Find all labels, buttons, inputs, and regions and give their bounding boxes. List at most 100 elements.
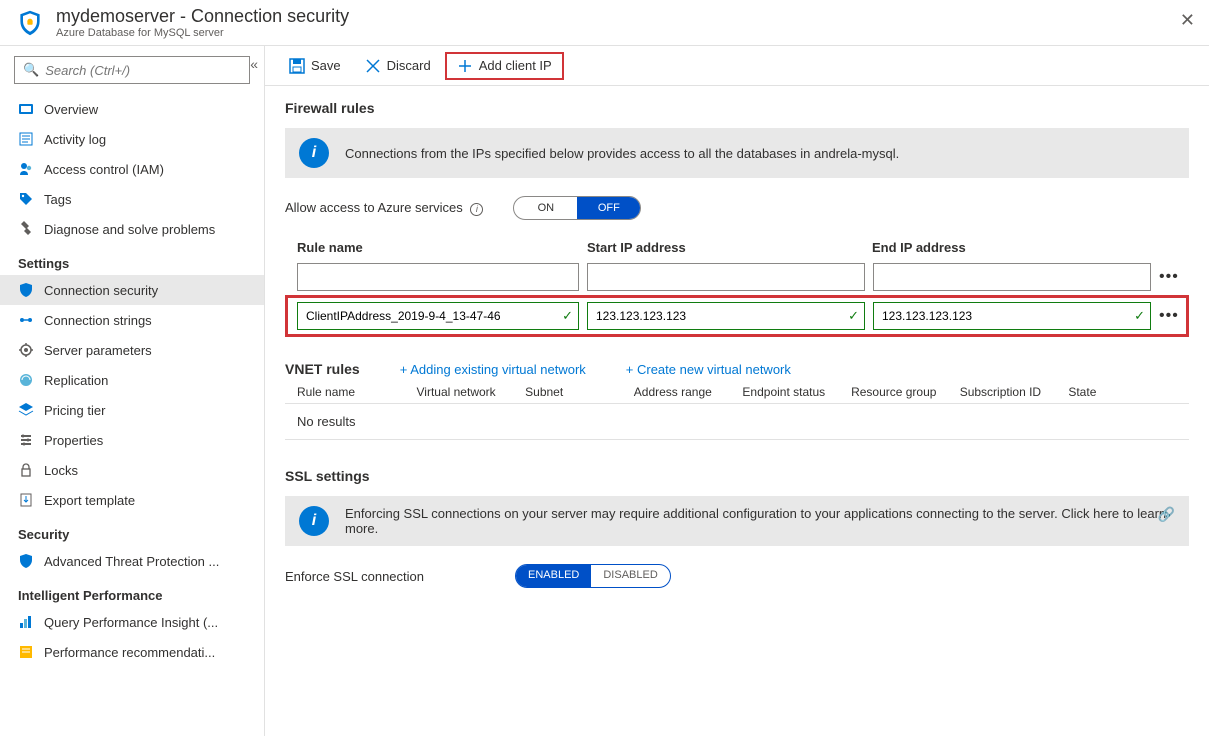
vnet-columns: Rule nameVirtual networkSubnetAddress ra… — [285, 377, 1189, 404]
sidebar-item-connection-security[interactable]: Connection security — [0, 275, 264, 305]
sidebar-item-label: Replication — [44, 373, 108, 388]
firewall-info-bar: i Connections from the IPs specified bel… — [285, 128, 1189, 178]
connection-strings-icon — [18, 312, 34, 328]
server-parameters-icon — [18, 342, 34, 358]
firewall-name-input[interactable] — [297, 302, 579, 330]
pricing-tier-icon — [18, 402, 34, 418]
shield-icon — [16, 9, 44, 37]
firewall-end-input[interactable] — [873, 263, 1151, 291]
sidebar-item-label: Performance recommendati... — [44, 645, 215, 660]
shield-icon — [18, 553, 34, 569]
sidebar-item-label: Locks — [44, 463, 78, 478]
sidebar-item-connection-strings[interactable]: Connection strings — [0, 305, 264, 335]
sidebar-item-label: Diagnose and solve problems — [44, 222, 215, 237]
firewall-columns: Rule name Start IP address End IP addres… — [285, 240, 1189, 261]
firewall-rule-row: ••• — [285, 295, 1189, 337]
firewall-start-input[interactable] — [587, 302, 865, 330]
add-existing-vnet-link[interactable]: + Adding existing virtual network — [400, 362, 586, 377]
enforce-ssl-label: Enforce SSL connection — [285, 569, 485, 584]
save-icon — [289, 58, 305, 74]
sidebar-item-pricing-tier[interactable]: Pricing tier — [0, 395, 264, 425]
locks-icon — [18, 462, 34, 478]
sidebar-item-label: Properties — [44, 433, 103, 448]
sidebar-item-label: Activity log — [44, 132, 106, 147]
sidebar-group-intelligent-performance: Intelligent Performance — [0, 576, 264, 607]
toolbar: Save Discard Add client IP — [265, 46, 1209, 86]
sidebar-item-tags[interactable]: Tags — [0, 184, 264, 214]
diagnose-icon — [18, 221, 34, 237]
sidebar-item-properties[interactable]: Properties — [0, 425, 264, 455]
sidebar-item-query-performance-insight[interactable]: Query Performance Insight (... — [0, 607, 264, 637]
sidebar-item-label: Tags — [44, 192, 71, 207]
sidebar-item-label: Connection strings — [44, 313, 152, 328]
sidebar-item-diagnose-and-solve-problems[interactable]: Diagnose and solve problems — [0, 214, 264, 244]
tags-icon — [18, 191, 34, 207]
firewall-name-input[interactable] — [297, 263, 579, 291]
discard-icon — [365, 58, 381, 74]
vnet-rules-heading: VNET rules — [285, 361, 360, 377]
create-new-vnet-link[interactable]: + Create new virtual network — [626, 362, 791, 377]
shield-icon — [18, 282, 34, 298]
allow-azure-toggle[interactable]: ON OFF — [513, 196, 641, 220]
sidebar-group-settings: Settings — [0, 244, 264, 275]
learn-more-link-icon[interactable]: 🔗 — [1158, 506, 1175, 523]
allow-azure-label: Allow access to Azure services — [285, 200, 463, 215]
query-perf-icon — [18, 614, 34, 630]
sidebar-item-locks[interactable]: Locks — [0, 455, 264, 485]
sidebar-item-server-parameters[interactable]: Server parameters — [0, 335, 264, 365]
perf-rec-icon — [18, 644, 34, 660]
activity-log-icon — [18, 131, 34, 147]
sidebar-search[interactable]: 🔍 — [14, 56, 250, 84]
sidebar-item-label: Server parameters — [44, 343, 152, 358]
row-menu-icon[interactable]: ••• — [1159, 268, 1179, 286]
row-menu-icon[interactable]: ••• — [1159, 307, 1179, 325]
close-icon[interactable]: ✕ — [1180, 10, 1195, 31]
info-icon: i — [299, 138, 329, 168]
firewall-rule-row: ••• — [285, 261, 1189, 293]
sidebar-group-security: Security — [0, 515, 264, 546]
sidebar-item-label: Access control (IAM) — [44, 162, 164, 177]
properties-icon — [18, 432, 34, 448]
plus-icon — [457, 58, 473, 74]
enforce-ssl-toggle[interactable]: ENABLED DISABLED — [515, 564, 671, 588]
search-icon: 🔍 — [23, 62, 39, 78]
sidebar-item-export-template[interactable]: Export template — [0, 485, 264, 515]
sidebar-item-label: Query Performance Insight (... — [44, 615, 218, 630]
export-template-icon — [18, 492, 34, 508]
overview-icon — [18, 101, 34, 117]
sidebar-item-label: Pricing tier — [44, 403, 105, 418]
collapse-sidebar-icon[interactable]: « — [250, 56, 258, 72]
sidebar-item-label: Overview — [44, 102, 98, 117]
sidebar-item-replication[interactable]: Replication — [0, 365, 264, 395]
sidebar-item-access-control-iam[interactable]: Access control (IAM) — [0, 154, 264, 184]
sidebar-item-label: Advanced Threat Protection ... — [44, 554, 219, 569]
add-client-ip-button[interactable]: Add client IP — [445, 52, 564, 80]
main-content: Save Discard Add client IP Firewall rule… — [265, 46, 1209, 736]
page-title: mydemoserver - Connection security — [56, 6, 349, 27]
access-control-icon — [18, 161, 34, 177]
ssl-info-text: Enforcing SSL connections on your server… — [345, 506, 1175, 536]
info-icon: i — [299, 506, 329, 536]
sidebar-item-performance-recommendati[interactable]: Performance recommendati... — [0, 637, 264, 667]
toggle-off: OFF — [577, 197, 640, 219]
sidebar-item-activity-log[interactable]: Activity log — [0, 124, 264, 154]
firewall-start-input[interactable] — [587, 263, 865, 291]
firewall-rules-heading: Firewall rules — [285, 100, 1189, 116]
toggle-on: ON — [514, 197, 577, 219]
search-input[interactable] — [45, 63, 241, 78]
firewall-end-input[interactable] — [873, 302, 1151, 330]
page-subtitle: Azure Database for MySQL server — [56, 27, 349, 39]
ssl-settings-heading: SSL settings — [285, 468, 1189, 484]
help-icon[interactable]: i — [470, 203, 483, 216]
vnet-no-results: No results — [285, 404, 1189, 440]
sidebar-item-label: Export template — [44, 493, 135, 508]
ssl-info-bar: i Enforcing SSL connections on your serv… — [285, 496, 1189, 546]
sidebar-item-label: Connection security — [44, 283, 158, 298]
save-button[interactable]: Save — [279, 54, 351, 78]
sidebar-item-advanced-threat-protection[interactable]: Advanced Threat Protection ... — [0, 546, 264, 576]
sidebar: « 🔍 Overview Activity log Access control (… — [0, 46, 265, 736]
blade-header: mydemoserver - Connection security Azure… — [0, 0, 1209, 46]
replication-icon — [18, 372, 34, 388]
discard-button[interactable]: Discard — [355, 54, 441, 78]
sidebar-item-overview[interactable]: Overview — [0, 94, 264, 124]
